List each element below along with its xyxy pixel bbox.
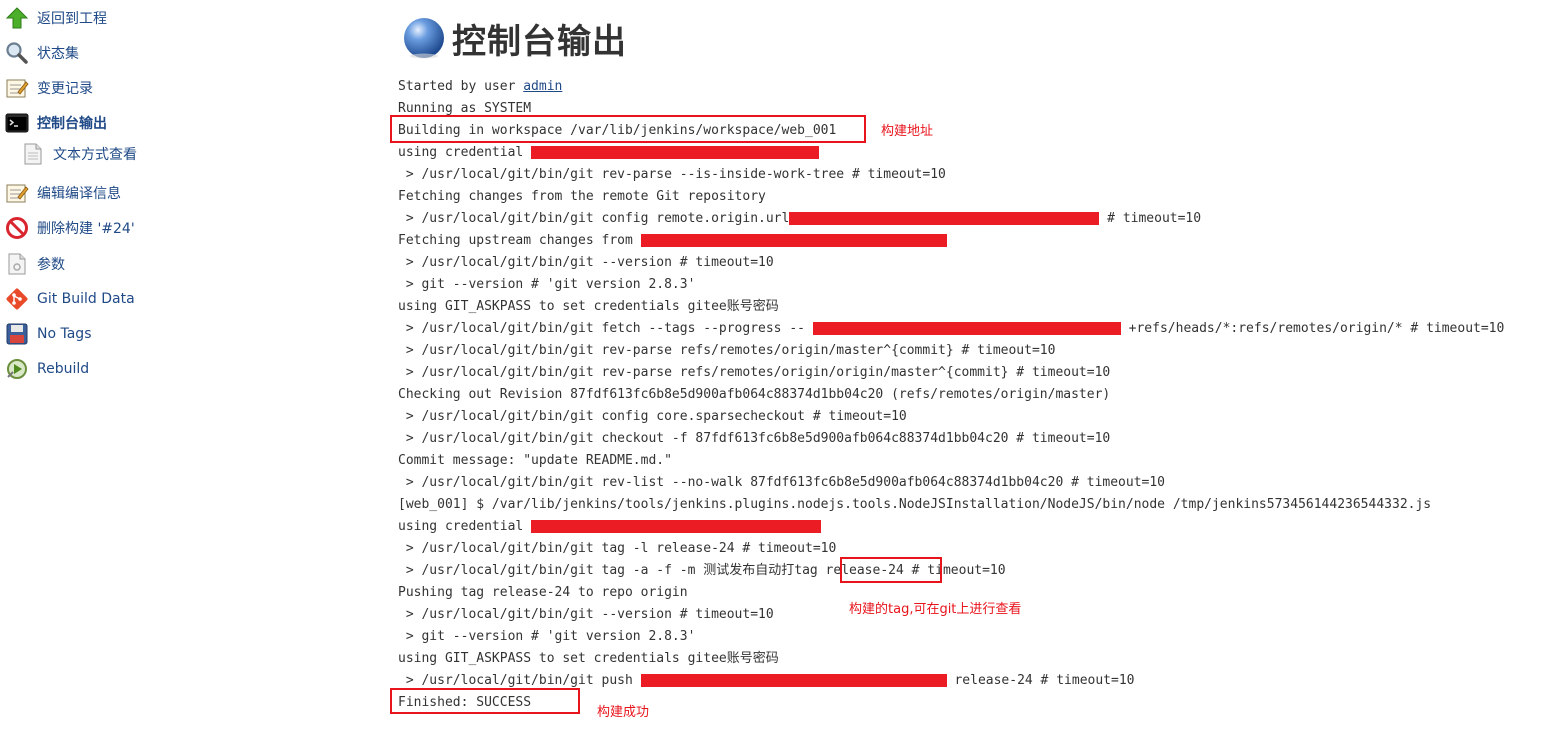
document-icon — [21, 142, 45, 166]
sidebar-item-edit-build-info[interactable]: 编辑编译信息 — [5, 179, 121, 207]
console-line: Started by user admin — [398, 76, 1504, 98]
sidebar-item-git-build-data[interactable]: Git Build Data — [5, 285, 135, 313]
sidebar-item-parameters[interactable]: 参数 — [5, 250, 65, 278]
console-text: > /usr/local/git/bin/git config remote.o… — [398, 211, 790, 226]
sidebar-item-label: 控制台输出 — [37, 116, 107, 132]
workspace-highlight-box — [390, 115, 866, 143]
console-line: > /usr/local/git/bin/git tag -l release-… — [398, 541, 837, 556]
success-annotation: 构建成功 — [597, 705, 650, 720]
redaction-bar — [640, 234, 947, 247]
blue-orb-icon — [404, 18, 444, 59]
console-text: using credential — [398, 145, 532, 160]
redaction-bar — [640, 674, 947, 687]
redaction-bar — [812, 322, 1121, 335]
success-highlight-box — [390, 688, 580, 714]
console-line: > git --version # 'git version 2.8.3' — [398, 277, 696, 292]
no-entry-icon — [5, 216, 29, 240]
console-line: > /usr/local/git/bin/git rev-list --no-w… — [398, 475, 1166, 490]
sidebar: 返回到工程 状态集 变更记录 控制台输出 文本方式查看 编辑编译信息 删除构建 … — [0, 0, 380, 739]
console-text: > /usr/local/git/bin/git tag -a -f -m 测试… — [398, 563, 826, 578]
console-line: using GIT_ASKPASS to set credentials git… — [398, 299, 779, 314]
sidebar-item-label: Rebuild — [37, 361, 90, 377]
console-line: > /usr/local/git/bin/git rev-parse refs/… — [398, 365, 1111, 380]
git-icon — [5, 287, 29, 311]
sidebar-item-rebuild[interactable]: Rebuild — [5, 355, 89, 383]
redaction-bar — [789, 212, 1100, 225]
sidebar-item-console-output[interactable]: 控制台输出 — [5, 109, 107, 137]
notepad-icon — [5, 76, 29, 100]
sidebar-item-no-tags[interactable]: No Tags — [5, 320, 91, 348]
notepad-icon — [5, 181, 29, 205]
page-title: 控制台输出 — [452, 21, 627, 62]
redaction-bar — [531, 520, 822, 533]
console-output: Started by user admin Running as SYSTEM … — [398, 76, 1504, 714]
tag-annotation: 构建的tag,可在git上进行查看 — [849, 602, 1022, 617]
sidebar-item-back-to-project[interactable]: 返回到工程 — [5, 4, 107, 32]
sidebar-item-status[interactable]: 状态集 — [5, 39, 79, 67]
sidebar-item-delete-build[interactable]: 删除构建 '#24' — [5, 214, 135, 242]
console-line: using credential — [398, 516, 1504, 538]
sidebar-item-label: 状态集 — [37, 46, 79, 62]
console-text: Fetching upstream changes from — [398, 233, 641, 248]
console-line: Checking out Revision 87fdf613fc6b8e5d90… — [398, 387, 1111, 402]
console-line: > /usr/local/git/bin/git checkout -f 87f… — [398, 431, 1111, 446]
terminal-icon — [5, 111, 29, 135]
sidebar-item-label: 编辑编译信息 — [37, 186, 121, 202]
console-text: release-24 # timeout=10 — [946, 673, 1135, 688]
magnifier-icon — [5, 41, 29, 65]
console-line: using credential — [398, 142, 1504, 164]
console-line: using GIT_ASKPASS to set credentials git… — [398, 651, 779, 666]
up-arrow-icon — [5, 6, 29, 30]
console-line: > /usr/local/git/bin/git --version # tim… — [398, 255, 774, 270]
page-heading: 控制台输出 — [402, 14, 627, 62]
document-icon — [5, 252, 29, 276]
console-line: > /usr/local/git/bin/git config remote.o… — [398, 208, 1504, 230]
console-line: > git --version # 'git version 2.8.3' — [398, 629, 696, 644]
workspace-annotation: 构建地址 — [881, 124, 934, 139]
sidebar-item-label: 变更记录 — [37, 81, 93, 97]
console-text: > /usr/local/git/bin/git push — [398, 673, 641, 688]
console-line: [web_001] $ /var/lib/jenkins/tools/jenki… — [398, 497, 1432, 512]
tag-highlight-box — [840, 557, 942, 583]
sidebar-item-label: 返回到工程 — [37, 11, 107, 27]
console-line: > /usr/local/git/bin/git config core.spa… — [398, 409, 907, 424]
floppy-disk-icon — [5, 322, 29, 346]
console-line: > /usr/local/git/bin/git fetch --tags --… — [398, 318, 1505, 340]
console-line: Fetching changes from the remote Git rep… — [398, 189, 766, 204]
sidebar-item-label: Git Build Data — [37, 291, 135, 307]
redaction-bar — [531, 146, 820, 159]
console-line: Commit message: "update README.md." — [398, 453, 672, 468]
console-line: > /usr/local/git/bin/git tag -a -f -m 测试… — [398, 560, 1504, 582]
sidebar-item-label: 参数 — [37, 257, 65, 273]
console-text: # timeout=10 — [1099, 211, 1202, 226]
console-line: Fetching upstream changes from — [398, 230, 1504, 252]
console-line: > /usr/local/git/bin/git rev-parse --is-… — [398, 167, 946, 182]
console-text: > /usr/local/git/bin/git fetch --tags --… — [398, 321, 813, 336]
rebuild-icon — [5, 357, 29, 381]
console-text: using credential — [398, 519, 532, 534]
sidebar-item-label: 删除构建 '#24' — [37, 221, 135, 237]
console-text: Started by user — [398, 79, 524, 94]
user-link[interactable]: admin — [523, 79, 562, 94]
sidebar-item-view-as-text[interactable]: 文本方式查看 — [21, 140, 137, 168]
console-text: +refs/heads/*:refs/remotes/origin/* # ti… — [1120, 321, 1505, 336]
sidebar-item-changes[interactable]: 变更记录 — [5, 74, 93, 102]
sidebar-item-label: 文本方式查看 — [53, 147, 137, 163]
console-line: > /usr/local/git/bin/git rev-parse refs/… — [398, 343, 1056, 358]
sidebar-item-label: No Tags — [37, 326, 92, 342]
